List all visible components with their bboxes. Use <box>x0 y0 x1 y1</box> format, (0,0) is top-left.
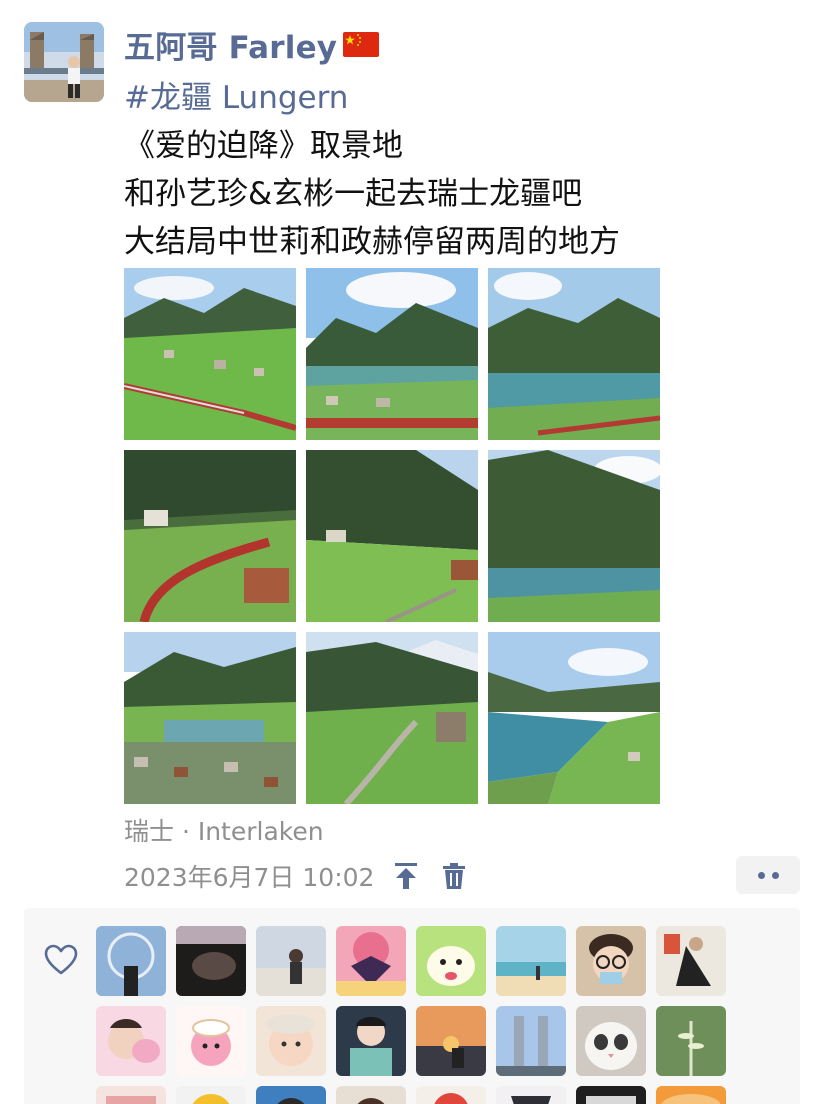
photo-6[interactable] <box>488 450 660 622</box>
photo-3[interactable] <box>488 268 660 440</box>
pin-to-top-icon[interactable] <box>392 860 420 892</box>
liker-avatar[interactable] <box>576 1006 646 1076</box>
post-text: #龙疆 Lungern 《爱的迫降》取景地 和孙艺珍&玄彬一起去瑞士龙疆吧 大结… <box>124 74 804 266</box>
likes-panel <box>24 908 800 1104</box>
post-line-3: 大结局中世莉和政赫停留两周的地方 <box>124 224 620 260</box>
liker-avatar[interactable] <box>176 1006 246 1076</box>
liker-avatar[interactable] <box>576 1086 646 1104</box>
post-line-1: 《爱的迫降》取景地 <box>124 128 403 164</box>
liker-avatar[interactable] <box>176 1086 246 1104</box>
photo-4[interactable] <box>124 450 296 622</box>
liker-avatar[interactable] <box>656 1086 726 1104</box>
author-avatar[interactable] <box>24 22 104 102</box>
liker-avatar[interactable] <box>256 1006 326 1076</box>
photo-1[interactable] <box>124 268 296 440</box>
liker-avatar[interactable] <box>496 1006 566 1076</box>
liker-grid <box>96 926 726 1104</box>
liker-avatar[interactable] <box>416 1006 486 1076</box>
liker-avatar[interactable] <box>256 1086 326 1104</box>
china-flag-icon <box>343 31 380 57</box>
photo-8[interactable] <box>306 632 478 804</box>
photo-7[interactable] <box>124 632 296 804</box>
liker-avatar[interactable] <box>496 1086 566 1104</box>
heart-outline-icon <box>44 944 78 975</box>
more-dot <box>757 871 765 879</box>
liker-avatar[interactable] <box>576 926 646 996</box>
liker-avatar[interactable] <box>496 926 566 996</box>
liker-avatar[interactable] <box>336 1006 406 1076</box>
more-dots-icon[interactable] <box>736 856 800 894</box>
liker-avatar[interactable] <box>176 926 246 996</box>
liker-avatar[interactable] <box>256 926 326 996</box>
liker-avatar[interactable] <box>336 926 406 996</box>
photo-2[interactable] <box>306 268 478 440</box>
post-timestamp: 2023年6月7日 10:02 <box>124 863 375 892</box>
liker-avatar[interactable] <box>656 1006 726 1076</box>
liker-avatar[interactable] <box>96 926 166 996</box>
more-dot <box>771 871 779 879</box>
post-line-2: 和孙艺珍&玄彬一起去瑞士龙疆吧 <box>124 176 583 212</box>
liker-avatar[interactable] <box>416 926 486 996</box>
liker-avatar[interactable] <box>656 926 726 996</box>
liker-avatar[interactable] <box>96 1086 166 1104</box>
author-name[interactable]: 五阿哥 Farley <box>124 22 337 67</box>
hashtag-link[interactable]: #龙疆 Lungern <box>124 74 804 122</box>
liker-avatar[interactable] <box>416 1086 486 1104</box>
liker-avatar[interactable] <box>336 1086 406 1104</box>
location-link[interactable]: 瑞士 · Interlaken <box>124 812 324 852</box>
liker-avatar[interactable] <box>96 1006 166 1076</box>
photo-5[interactable] <box>306 450 478 622</box>
author-header: 五阿哥 Farley <box>124 22 380 67</box>
trash-icon[interactable] <box>440 860 468 892</box>
photo-9[interactable] <box>488 632 660 804</box>
photo-grid <box>124 268 662 804</box>
meta-row: 2023年6月7日 10:02 <box>124 854 488 898</box>
